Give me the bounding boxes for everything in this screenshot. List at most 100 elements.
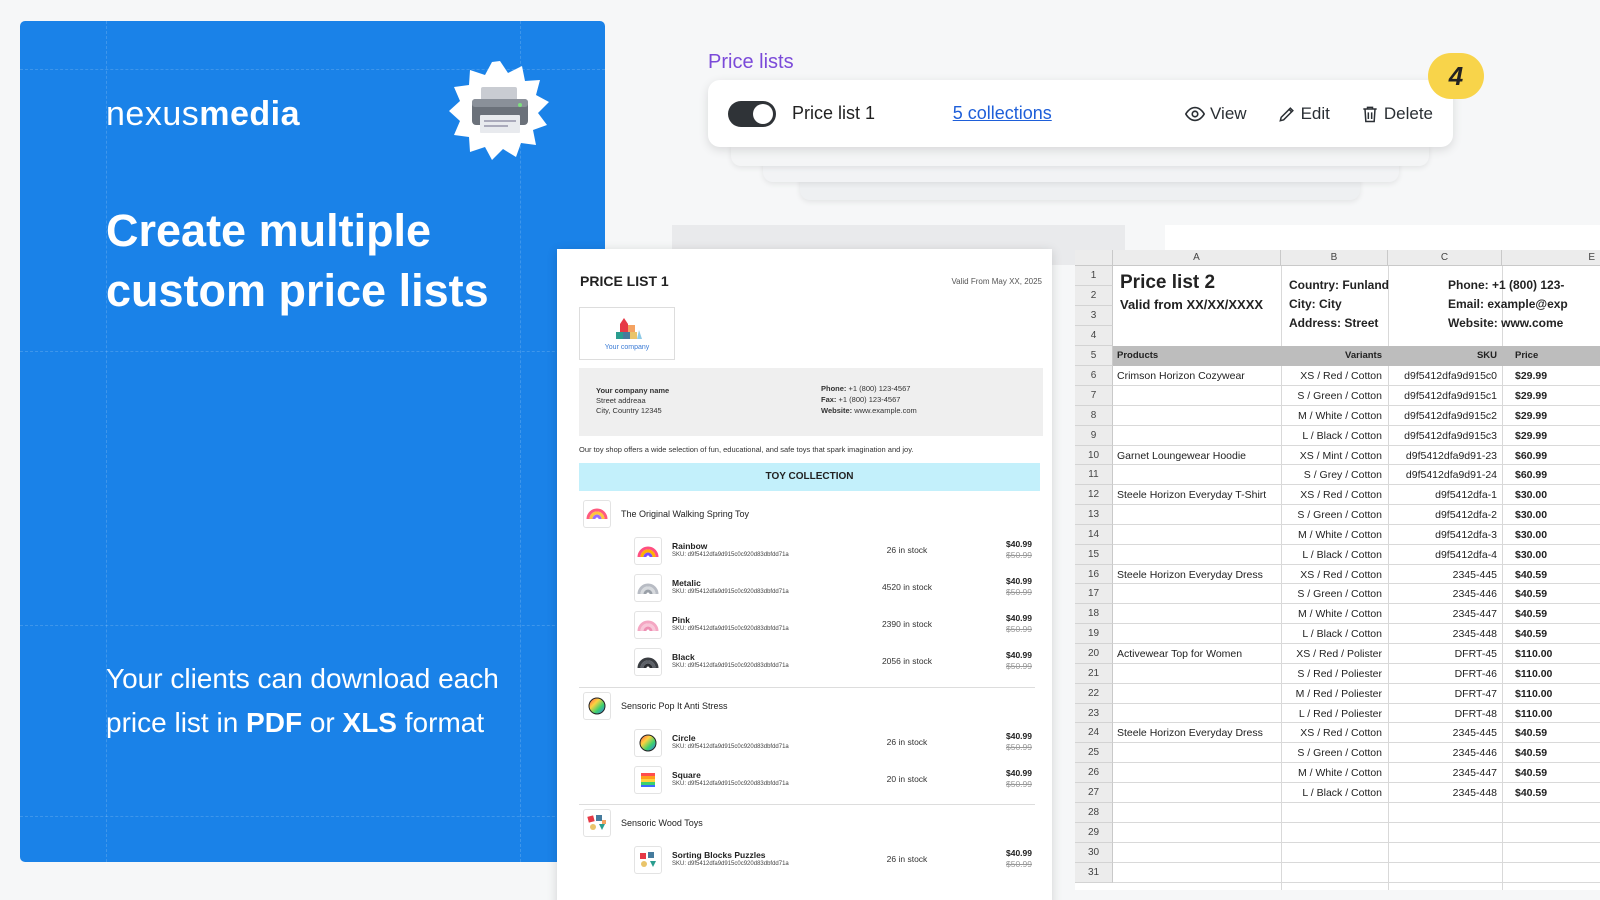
xls-cell-sku[interactable]: d9f5412dfa-1 xyxy=(1388,489,1497,501)
xls-cell-sku[interactable]: d9f5412dfa-2 xyxy=(1388,509,1497,521)
xls-cell-price[interactable]: $110.00 xyxy=(1515,668,1552,680)
xls-cell-price[interactable]: $40.59 xyxy=(1515,569,1547,581)
xls-cell-price[interactable]: $29.99 xyxy=(1515,370,1547,382)
xls-cell-sku[interactable]: 2345-446 xyxy=(1388,588,1497,600)
xls-cell-sku[interactable]: DFRT-48 xyxy=(1388,708,1497,720)
xls-cell-sku[interactable]: 2345-445 xyxy=(1388,569,1497,581)
xls-cell-sku[interactable]: 2345-448 xyxy=(1388,628,1497,640)
row-header[interactable]: 19 xyxy=(1075,624,1113,644)
xls-cell-sku[interactable]: d9f5412dfa9d91-23 xyxy=(1388,450,1497,462)
xls-cell-variant[interactable]: S / Green / Cotton xyxy=(1281,509,1382,521)
xls-cell-variant[interactable]: L / Black / Cotton xyxy=(1281,628,1382,640)
xls-cell-price[interactable]: $40.59 xyxy=(1515,727,1547,739)
row-header[interactable]: 12 xyxy=(1075,485,1113,505)
xls-cell-variant[interactable]: XS / Red / Cotton xyxy=(1281,370,1382,382)
xls-cell-price[interactable]: $60.99 xyxy=(1515,450,1547,462)
xls-cell-variant[interactable]: L / Black / Cotton xyxy=(1281,787,1382,799)
xls-cell-price[interactable]: $29.99 xyxy=(1515,430,1547,442)
row-header[interactable]: 30 xyxy=(1075,843,1113,863)
xls-cell-variant[interactable]: XS / Red / Cotton xyxy=(1281,569,1382,581)
xls-cell-product[interactable]: Steele Horizon Everyday Dress xyxy=(1117,727,1263,739)
row-header[interactable]: 13 xyxy=(1075,505,1113,525)
xls-cell-price[interactable]: $60.99 xyxy=(1515,469,1547,481)
row-header[interactable]: 16 xyxy=(1075,565,1113,584)
row-header[interactable]: 5 xyxy=(1075,346,1113,366)
edit-button[interactable]: Edit xyxy=(1277,103,1330,125)
xls-cell-sku[interactable]: d9f5412dfa9d915c0 xyxy=(1388,370,1497,382)
xls-cell-product[interactable]: Steele Horizon Everyday Dress xyxy=(1117,569,1263,581)
row-header[interactable]: 9 xyxy=(1075,426,1113,446)
xls-cell-price[interactable]: $110.00 xyxy=(1515,688,1552,700)
xls-cell-variant[interactable]: M / White / Cotton xyxy=(1281,529,1382,541)
xls-cell-variant[interactable]: XS / Red / Cotton xyxy=(1281,727,1382,739)
xls-cell-price[interactable]: $40.59 xyxy=(1515,628,1547,640)
xls-cell-variant[interactable]: S / Red / Poliester xyxy=(1281,668,1382,680)
xls-cell-price[interactable]: $29.99 xyxy=(1515,390,1547,402)
xls-cell-variant[interactable]: M / White / Cotton xyxy=(1281,410,1382,422)
row-header[interactable]: 18 xyxy=(1075,604,1113,624)
row-header[interactable]: 1 xyxy=(1075,266,1113,286)
xls-cell-variant[interactable]: S / Green / Cotton xyxy=(1281,747,1382,759)
row-header[interactable]: 26 xyxy=(1075,763,1113,783)
xls-cell-sku[interactable]: DFRT-47 xyxy=(1388,688,1497,700)
price-list-toggle[interactable] xyxy=(728,100,776,127)
xls-cell-product[interactable]: Steele Horizon Everyday T-Shirt xyxy=(1117,489,1266,501)
xls-cell-sku[interactable]: DFRT-46 xyxy=(1388,668,1497,680)
xls-cell-price[interactable]: $29.99 xyxy=(1515,410,1547,422)
xls-cell-variant[interactable]: S / Grey / Cotton xyxy=(1281,469,1382,481)
xls-cell-product[interactable]: Activewear Top for Women xyxy=(1117,648,1242,660)
xls-cell-product[interactable]: Garnet Loungewear Hoodie xyxy=(1117,450,1246,462)
xls-cell-sku[interactable]: d9f5412dfa9d915c3 xyxy=(1388,430,1497,442)
xls-cell-sku[interactable]: 2345-448 xyxy=(1388,787,1497,799)
delete-button[interactable]: Delete xyxy=(1360,103,1433,125)
xls-cell-price[interactable]: $40.59 xyxy=(1515,588,1547,600)
row-header[interactable]: 20 xyxy=(1075,644,1113,664)
row-header[interactable]: 3 xyxy=(1075,306,1113,326)
column-header[interactable]: A xyxy=(1113,250,1281,266)
row-header[interactable]: 7 xyxy=(1075,386,1113,406)
xls-cell-variant[interactable]: XS / Red / Cotton xyxy=(1281,489,1382,501)
view-button[interactable]: View xyxy=(1184,103,1247,125)
row-header[interactable]: 10 xyxy=(1075,446,1113,465)
xls-cell-variant[interactable]: S / Green / Cotton xyxy=(1281,390,1382,402)
xls-cell-price[interactable]: $40.59 xyxy=(1515,608,1547,620)
row-header[interactable]: 23 xyxy=(1075,704,1113,723)
xls-cell-sku[interactable]: DFRT-45 xyxy=(1388,648,1497,660)
row-header[interactable]: 8 xyxy=(1075,406,1113,426)
xls-cell-sku[interactable]: d9f5412dfa9d91-24 xyxy=(1388,469,1497,481)
column-header[interactable]: C xyxy=(1388,250,1502,266)
row-header[interactable]: 6 xyxy=(1075,366,1113,386)
xls-cell-variant[interactable]: M / Red / Poliester xyxy=(1281,688,1382,700)
xls-cell-price[interactable]: $30.00 xyxy=(1515,509,1547,521)
row-header[interactable]: 22 xyxy=(1075,684,1113,704)
xls-cell-variant[interactable]: XS / Red / Polister xyxy=(1281,648,1382,660)
xls-cell-price[interactable]: $40.59 xyxy=(1515,767,1547,779)
xls-cell-variant[interactable]: M / White / Cotton xyxy=(1281,608,1382,620)
row-header[interactable]: 21 xyxy=(1075,664,1113,684)
xls-cell-product[interactable]: Crimson Horizon Cozywear xyxy=(1117,370,1245,382)
xls-cell-sku[interactable]: 2345-447 xyxy=(1388,608,1497,620)
row-header[interactable]: 2 xyxy=(1075,286,1113,306)
xls-cell-sku[interactable]: 2345-447 xyxy=(1388,767,1497,779)
xls-cell-price[interactable]: $110.00 xyxy=(1515,708,1552,720)
collections-link[interactable]: 5 collections xyxy=(953,103,1154,124)
xls-cell-sku[interactable]: 2345-445 xyxy=(1388,727,1497,739)
column-header[interactable]: B xyxy=(1281,250,1388,266)
xls-cell-price[interactable]: $30.00 xyxy=(1515,529,1547,541)
xls-cell-variant[interactable]: L / Red / Poliester xyxy=(1281,708,1382,720)
xls-cell-variant[interactable]: S / Green / Cotton xyxy=(1281,588,1382,600)
row-header[interactable]: 28 xyxy=(1075,803,1113,823)
xls-cell-sku[interactable]: d9f5412dfa-3 xyxy=(1388,529,1497,541)
xls-cell-sku[interactable]: d9f5412dfa-4 xyxy=(1388,549,1497,561)
row-header[interactable]: 11 xyxy=(1075,465,1113,485)
row-header[interactable]: 29 xyxy=(1075,823,1113,843)
row-header[interactable]: 27 xyxy=(1075,783,1113,803)
xls-cell-price[interactable]: $110.00 xyxy=(1515,648,1552,660)
xls-cell-price[interactable]: $40.59 xyxy=(1515,747,1547,759)
row-header[interactable]: 4 xyxy=(1075,326,1113,346)
xls-cell-sku[interactable]: d9f5412dfa9d915c2 xyxy=(1388,410,1497,422)
row-header[interactable]: 25 xyxy=(1075,743,1113,763)
xls-cell-variant[interactable]: XS / Mint / Cotton xyxy=(1281,450,1382,462)
xls-cell-price[interactable]: $30.00 xyxy=(1515,489,1547,501)
row-header[interactable]: 31 xyxy=(1075,863,1113,883)
